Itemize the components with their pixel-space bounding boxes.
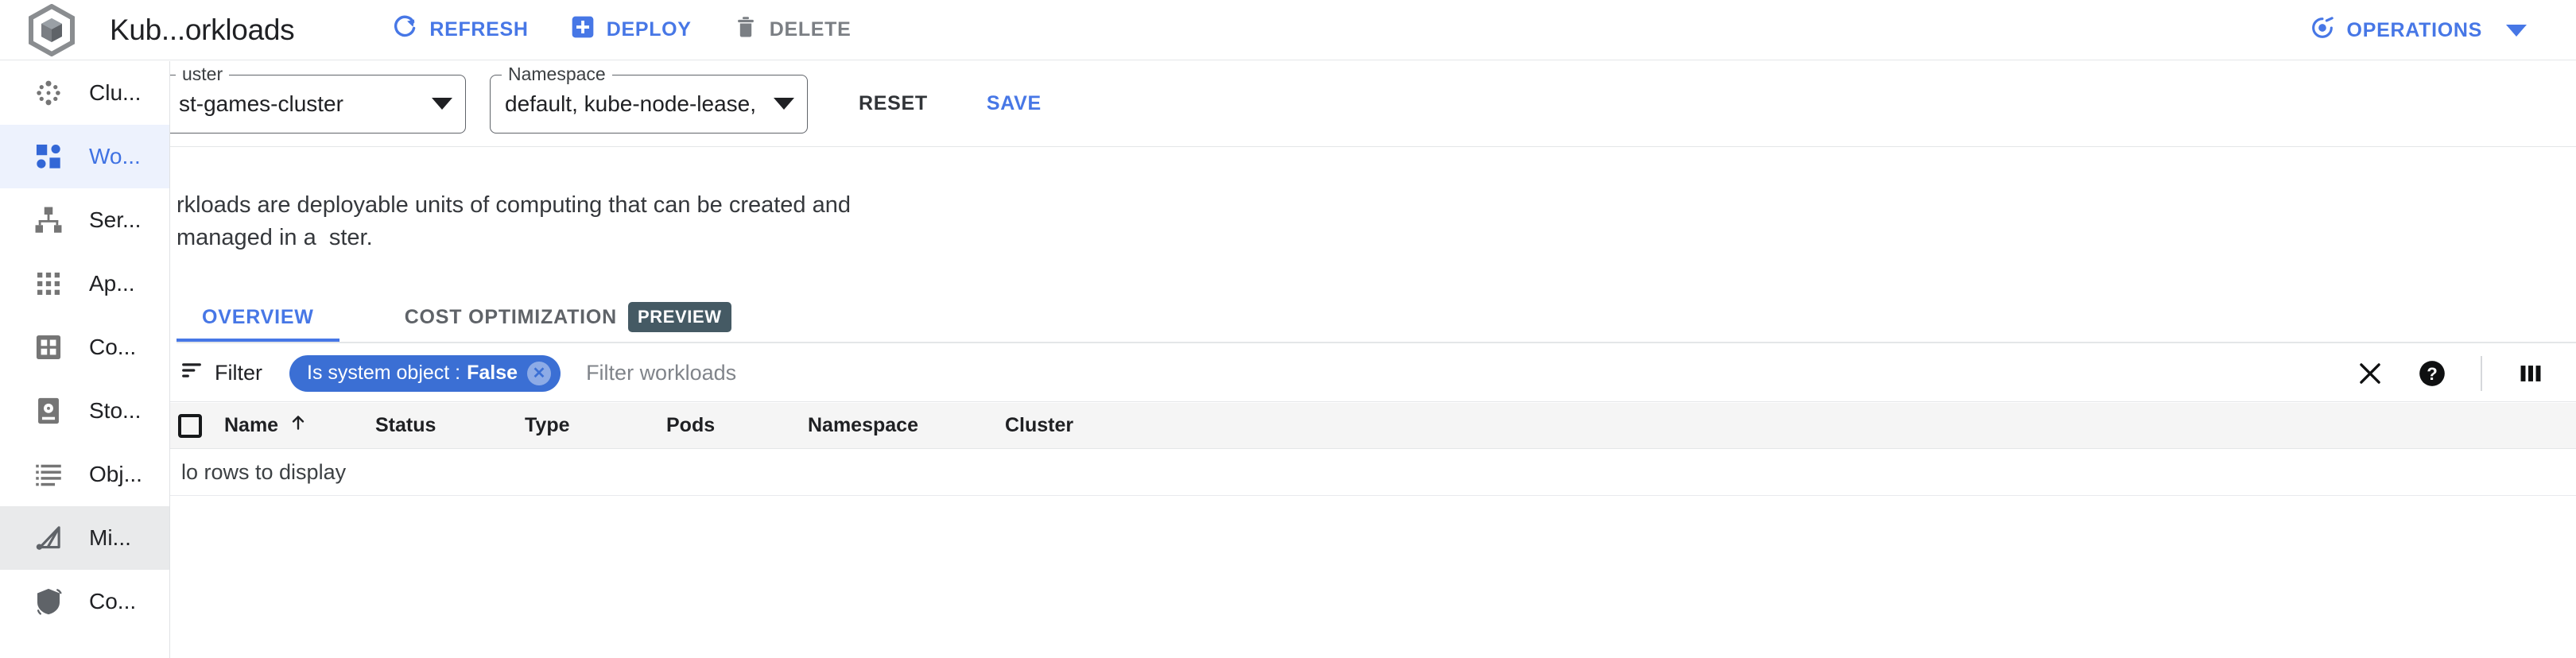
sidebar-item-clusters[interactable]: Clu... — [0, 61, 169, 125]
tab-overview[interactable]: OVERVIEW — [177, 292, 339, 342]
migrate-icon — [32, 521, 65, 555]
toolbar-divider — [2481, 356, 2482, 391]
column-header-type-label: Type — [525, 414, 570, 436]
deploy-label: DEPLOY — [606, 18, 692, 41]
sidebar-item-workloads[interactable]: Wo... — [0, 125, 169, 188]
caret-down-icon — [774, 98, 794, 110]
filter-workloads-input[interactable] — [586, 361, 1064, 385]
filter-bar: Filter Is system object : False ✕ ? — [170, 345, 2576, 402]
delete-label: DELETE — [769, 18, 852, 41]
filter-icon — [180, 358, 204, 388]
filter-chip-key: Is system object : — [307, 362, 461, 384]
refresh-button[interactable]: REFRESH — [370, 6, 549, 54]
cluster-select-value: st-games-cluster — [179, 91, 343, 116]
sidebar-item-label: Ap... — [89, 271, 135, 296]
operations-swirl-icon — [2309, 14, 2336, 47]
filter-label: Filter — [215, 361, 262, 385]
config-shield-icon — [32, 585, 65, 618]
sidebar-item-configuration[interactable]: Co... — [0, 315, 169, 379]
sidebar-item-label: Clu... — [89, 80, 142, 105]
left-sidebar: Clu... Wo... Ser... Ap... Co... Sto... O… — [0, 61, 170, 658]
gke-hexagon-logo-icon — [0, 3, 103, 56]
sidebar-item-migrate[interactable]: Mi... — [0, 506, 169, 570]
cluster-select[interactable]: uster st-games-cluster — [164, 63, 466, 134]
column-header-namespace[interactable]: Namespace — [808, 414, 1005, 437]
close-circle-icon[interactable]: ✕ — [527, 361, 552, 385]
sidebar-item-label: Obj... — [89, 462, 142, 486]
filter-chip-value: False — [467, 362, 518, 384]
column-header-cluster[interactable]: Cluster — [1005, 414, 1196, 437]
delete-button[interactable]: DELETE — [712, 6, 872, 53]
preview-badge: PREVIEW — [628, 302, 731, 332]
column-header-name[interactable]: Name — [224, 412, 375, 439]
object-browser-list-icon — [32, 458, 65, 491]
sidebar-item-object-browser[interactable]: Obj... — [0, 443, 169, 506]
column-header-status-label: Status — [375, 414, 436, 436]
page-title: Kub...orkloads — [110, 13, 295, 46]
filter-control[interactable]: Filter — [180, 358, 262, 388]
gke-workloads-page: Kub...orkloads REFRESH DEPLOY DELETE OPE… — [0, 0, 2576, 658]
operations-label: OPERATIONS — [2346, 19, 2482, 41]
column-header-name-label: Name — [224, 414, 279, 436]
column-header-type[interactable]: Type — [525, 414, 666, 437]
sidebar-item-config-management[interactable]: Co... — [0, 570, 169, 633]
reset-button[interactable]: RESET — [841, 84, 945, 123]
tab-bar: OVERVIEW COST OPTIMIZATION PREVIEW — [177, 292, 2576, 343]
table-body-area — [170, 496, 2576, 658]
app-bar-actions: REFRESH DEPLOY DELETE — [370, 6, 871, 54]
trash-icon — [733, 14, 758, 45]
sidebar-item-label: Wo... — [89, 144, 141, 168]
workloads-squares-icon — [32, 140, 65, 173]
app-bar: Kub...orkloads REFRESH DEPLOY DELETE OPE… — [0, 0, 2576, 60]
sidebar-item-label: Sto... — [89, 398, 142, 423]
column-header-namespace-label: Namespace — [808, 414, 918, 436]
tab-cost-optimization-label: COST OPTIMIZATION — [404, 305, 617, 328]
selector-strip: uster st-games-cluster Namespace default… — [0, 61, 2576, 147]
workloads-table-header: Name Status Type Pods Namespace Cluster — [170, 403, 2576, 449]
plus-square-icon — [570, 14, 596, 45]
chevron-down-icon — [2506, 25, 2527, 37]
cluster-select-label: uster — [176, 63, 230, 85]
sidebar-item-applications[interactable]: Ap... — [0, 252, 169, 315]
filter-bar-actions: ? — [2339, 345, 2562, 402]
sort-ascending-arrow-icon — [288, 412, 308, 439]
svg-text:?: ? — [2427, 364, 2438, 384]
applications-grid-icon — [32, 267, 65, 300]
refresh-icon — [391, 14, 418, 46]
sidebar-item-storage[interactable]: Sto... — [0, 379, 169, 443]
namespace-select-value: default, kube-node-lease, … — [505, 91, 756, 116]
sidebar-item-label: Mi... — [89, 525, 131, 550]
storage-disk-icon — [32, 394, 65, 428]
column-header-cluster-label: Cluster — [1005, 414, 1074, 436]
column-header-status[interactable]: Status — [375, 414, 525, 437]
save-button[interactable]: SAVE — [969, 84, 1059, 123]
clusters-dots-icon — [32, 76, 65, 110]
table-empty-state-row: lo rows to display — [170, 450, 2576, 496]
sidebar-item-label: Ser... — [89, 207, 142, 232]
caret-down-icon — [432, 98, 452, 110]
column-settings-button[interactable] — [2500, 345, 2562, 402]
checkbox-unchecked-icon[interactable] — [178, 413, 202, 438]
refresh-label: REFRESH — [429, 18, 529, 41]
page-description: rkloads are deployable units of computin… — [177, 192, 851, 251]
tab-cost-optimization[interactable]: COST OPTIMIZATION PREVIEW — [379, 292, 757, 342]
tab-overview-label: OVERVIEW — [202, 305, 314, 328]
services-hierarchy-icon — [32, 203, 65, 237]
namespace-select-label: Namespace — [502, 63, 612, 85]
clear-filters-button[interactable] — [2339, 345, 2401, 402]
operations-menu-button[interactable]: OPERATIONS — [2309, 14, 2527, 47]
deploy-button[interactable]: DEPLOY — [549, 6, 712, 53]
column-header-pods-label: Pods — [666, 414, 716, 436]
column-header-pods[interactable]: Pods — [666, 414, 808, 437]
empty-state-message: lo rows to display — [181, 460, 347, 484]
sidebar-item-label: Co... — [89, 335, 137, 359]
help-button[interactable]: ? — [2401, 345, 2463, 402]
sidebar-item-services[interactable]: Ser... — [0, 188, 169, 252]
configuration-grid-icon — [32, 331, 65, 364]
sidebar-item-label: Co... — [89, 589, 137, 613]
filter-chip-is-system-object[interactable]: Is system object : False ✕ — [289, 354, 561, 392]
namespace-select[interactable]: Namespace default, kube-node-lease, … — [490, 63, 808, 134]
